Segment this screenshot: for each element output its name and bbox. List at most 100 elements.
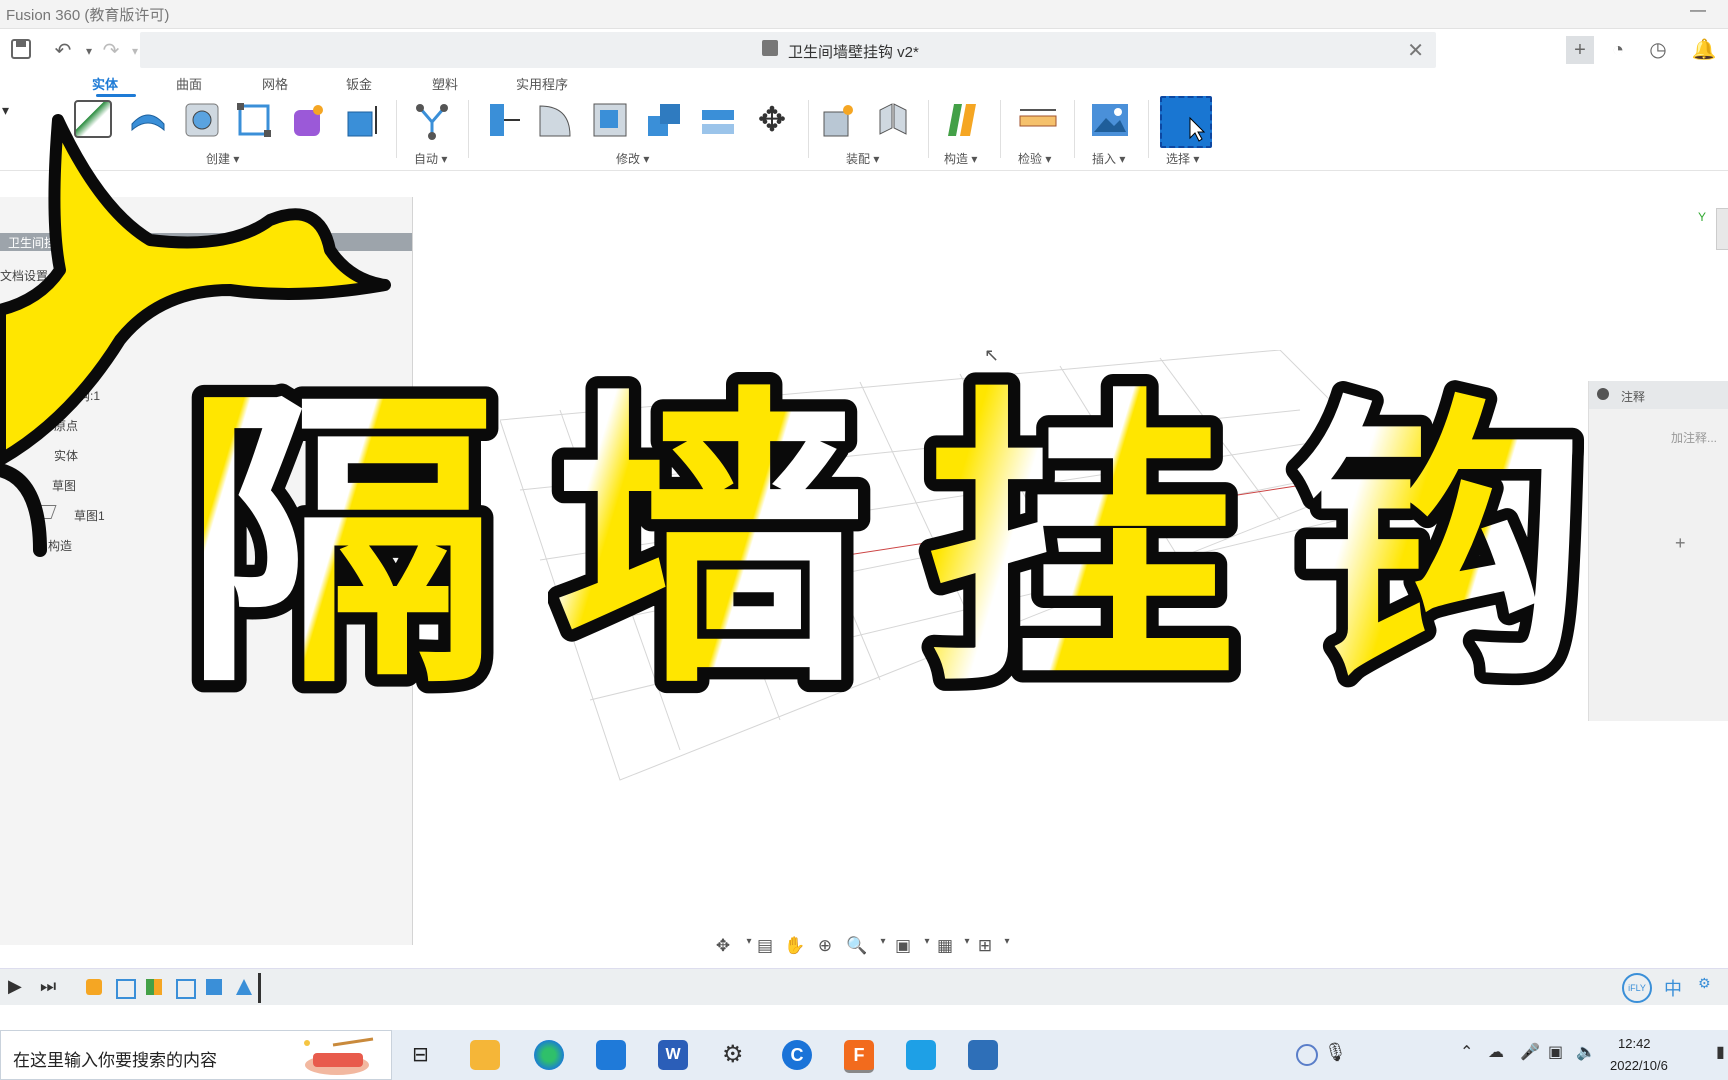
overlay-title-char-4: 钩 [1282,360,1601,727]
volume-icon[interactable]: 🔈 [1576,1042,1596,1062]
display-settings-icon[interactable]: ▣ [890,936,916,960]
close-tab-button[interactable]: ✕ [1407,38,1424,63]
timeline-feature-icon[interactable] [236,979,252,995]
divider [928,100,929,158]
app-title: Fusion 360 (教育版许可) [6,7,170,24]
viewcube-axis-label[interactable]: Y [1698,210,1706,224]
timeline-plane-icon[interactable] [146,979,162,995]
overlay-title-char-2: 墙 [548,350,879,728]
pan-icon[interactable]: ✋ [782,936,808,960]
settings-icon[interactable]: ⚙ [722,1040,744,1069]
task-view-icon[interactable]: ⊟ [412,1042,429,1067]
split-body-icon[interactable] [698,100,738,140]
tab-sheet-metal[interactable]: 钣金 [346,74,372,93]
photos-app-icon[interactable] [596,1040,626,1070]
group-inspect-label[interactable]: 检验 ▾ [1018,150,1051,167]
svg-text:钩: 钩 [1293,371,1588,715]
taskbar-search-box[interactable]: 在这里输入你要搜索的内容 [0,1030,392,1080]
app-c-icon[interactable]: C [782,1040,812,1070]
divider [468,100,469,158]
timeline-sketch-icon[interactable] [116,979,136,999]
image-viewer-icon[interactable] [968,1040,998,1070]
timeline-extrude-icon[interactable] [206,979,222,995]
play-icon[interactable]: ▶ [8,976,22,997]
viewcube-icon[interactable] [1716,208,1728,250]
overlay-title: 隔 墙 挂 钩 [178,348,1718,728]
online-status-icon[interactable]: ◔ [1604,36,1632,64]
tab-solid[interactable]: 实体 [92,74,118,93]
fusion360-taskbar-icon[interactable]: F [844,1040,874,1073]
group-assemble-label[interactable]: 装配 ▾ [846,150,879,167]
orbit-icon[interactable]: ✥ [710,936,736,960]
tab-mesh[interactable]: 网格 [262,74,288,93]
measure-icon[interactable] [1018,100,1058,140]
svg-text:墙: 墙 [555,362,867,725]
tab-utilities[interactable]: 实用程序 [516,74,568,93]
minimize-button[interactable]: — [1690,2,1706,20]
timeline-bar: ▶ ⏭ iFLY 中 ⚙ [0,968,1728,1005]
windows-taskbar: 在这里输入你要搜索的内容 ⊟ W ⚙ C F 🎙 ⌃ ☁ 🎤 ▣ 🔈 12:42… [0,1030,1728,1080]
timeline-sketch-icon[interactable] [176,979,196,999]
ime-settings-icon[interactable]: ⚙ [1698,975,1711,992]
automate-icon[interactable] [412,100,452,140]
group-modify-label[interactable]: 修改 ▾ [616,150,649,167]
ime-mode-label[interactable]: 中 [1664,975,1682,1001]
word-icon[interactable]: W [658,1040,688,1070]
file-explorer-icon[interactable] [470,1040,500,1070]
search-highlight-icon [304,1037,374,1075]
clock-date[interactable]: 2022/10/6 [1610,1058,1668,1073]
group-insert-label[interactable]: 插入 ▾ [1092,150,1125,167]
undo-icon[interactable]: ↶ [50,38,76,64]
redo-icon[interactable]: ↷ [98,38,124,64]
document-tab-title: 卫生间墙壁挂钩 v2* [788,44,919,61]
save-icon[interactable] [8,38,34,64]
zoom-icon[interactable]: ⊕ [812,936,838,960]
move-icon[interactable]: ✥ [752,100,792,140]
divider [1074,100,1075,158]
divider [1148,100,1149,158]
clock-time[interactable]: 12:42 [1618,1036,1651,1051]
edge-browser-icon[interactable] [534,1040,564,1070]
remote-desktop-icon[interactable] [906,1040,936,1070]
notification-center-icon[interactable]: ▮ [1716,1042,1725,1062]
viewports-dropdown-icon[interactable]: ▾ [994,936,1020,960]
tray-expand-icon[interactable]: ⌃ [1460,1042,1473,1062]
joint-icon[interactable] [872,100,912,140]
divider [808,100,809,158]
insert-image-icon[interactable] [1090,100,1130,140]
microphone-icon[interactable]: 🎙 [1324,1042,1347,1063]
new-component-icon[interactable] [818,100,858,140]
ifly-tray-icon[interactable] [1296,1044,1318,1066]
overlay-title-char-3: 挂 [918,350,1249,728]
step-end-icon[interactable]: ⏭ [40,976,56,997]
notifications-icon[interactable]: 🔔 [1690,36,1718,64]
svg-text:隔: 隔 [185,362,497,725]
press-pull-face-icon[interactable] [484,100,524,140]
new-tab-button[interactable]: + [1566,36,1594,64]
tab-surface[interactable]: 曲面 [176,74,202,93]
overlay-title-char-1: 隔 [178,350,509,728]
document-tab[interactable]: 卫生间墙壁挂钩 v2* ✕ [140,32,1436,68]
search-placeholder: 在这里输入你要搜索的内容 [13,1051,217,1070]
group-select-label[interactable]: 选择 ▾ [1166,150,1199,167]
divider [1000,100,1001,158]
network-icon[interactable]: ▣ [1548,1042,1563,1062]
fit-icon[interactable]: 🔍 [844,936,870,960]
group-automate-label[interactable]: 自动 ▾ [414,150,447,167]
tab-plastic[interactable]: 塑料 [432,74,458,93]
shell-icon[interactable] [590,100,630,140]
look-at-icon[interactable]: ▤ [752,936,778,960]
tray-mic-icon[interactable]: 🎤 [1520,1042,1540,1062]
navigation-bar: ✥ ▾ ▤ ✋ ⊕ 🔍 ▾ ▣ ▾ ▦ ▾ ⊞ ▾ [710,932,1010,964]
job-status-icon[interactable]: ◷ [1644,36,1672,64]
select-icon[interactable] [1160,96,1212,148]
onedrive-icon[interactable]: ☁ [1488,1042,1504,1062]
group-construct-label[interactable]: 构造 ▾ [944,150,977,167]
ifly-ime-icon[interactable]: iFLY [1622,973,1652,1003]
fillet-icon[interactable] [536,100,576,140]
timeline-component-icon[interactable] [86,979,102,995]
timeline-marker[interactable] [258,973,261,1003]
combine-icon[interactable] [644,100,684,140]
construct-plane-icon[interactable] [942,100,982,140]
active-tab-indicator [96,94,136,97]
